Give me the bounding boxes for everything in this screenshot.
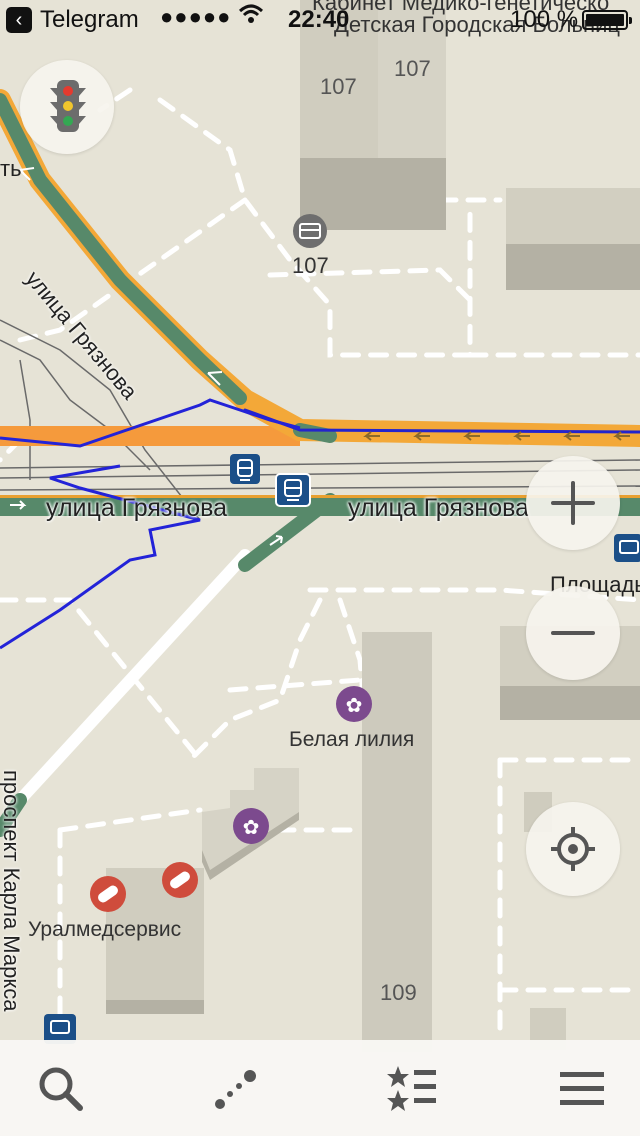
route-button[interactable] bbox=[176, 1040, 296, 1136]
zoom-in-button[interactable] bbox=[526, 456, 620, 550]
street-label-vertical: проспект Карла Маркса bbox=[0, 770, 24, 1012]
traffic-light-icon bbox=[50, 80, 86, 132]
back-arrow-icon[interactable]: ‹ bbox=[6, 7, 32, 33]
menu-button[interactable] bbox=[524, 1040, 640, 1136]
route-icon bbox=[215, 1070, 256, 1109]
traffic-toggle-button[interactable] bbox=[20, 60, 114, 154]
svg-text:✿: ✿ bbox=[346, 693, 363, 717]
menu-icon bbox=[560, 1072, 604, 1105]
svg-text:✿: ✿ bbox=[243, 815, 260, 839]
building-number-label: 109 bbox=[380, 980, 417, 1005]
building-number-label: 107 bbox=[394, 56, 431, 81]
bottom-toolbar bbox=[0, 1040, 640, 1136]
pharmacy-icon[interactable] bbox=[162, 862, 198, 898]
flower-shop-icon[interactable]: ✿ bbox=[233, 808, 269, 844]
tram-stop-icon[interactable] bbox=[230, 454, 260, 484]
my-location-button[interactable] bbox=[526, 802, 620, 896]
battery-icon bbox=[582, 10, 632, 30]
crosshair-icon bbox=[551, 827, 595, 871]
partial-label-left: ть bbox=[0, 156, 22, 181]
street-label-left: улица Грязнова bbox=[46, 494, 228, 522]
status-bar: ‹ Telegram ●●●●● 22:40 100 % bbox=[0, 0, 640, 40]
poi-label-belaya-liliya[interactable]: Белая лилия bbox=[289, 728, 414, 752]
signal-strength-icon: ●●●●● bbox=[160, 4, 232, 29]
minus-icon bbox=[551, 631, 595, 635]
tram-stop-icon[interactable] bbox=[275, 473, 311, 507]
building-number-label: 107 bbox=[292, 253, 329, 278]
bookmarks-icon bbox=[387, 1066, 436, 1111]
battery-percent: 100 % bbox=[510, 6, 579, 33]
search-button[interactable] bbox=[0, 1040, 120, 1136]
zoom-out-button[interactable] bbox=[526, 586, 620, 680]
building-number-label: 107 bbox=[320, 74, 357, 99]
poi-label-uralmedservis[interactable]: Уралмедсервис bbox=[28, 918, 181, 942]
flower-shop-icon[interactable]: ✿ bbox=[336, 686, 372, 722]
pharmacy-icon[interactable] bbox=[90, 876, 126, 912]
atm-icon[interactable] bbox=[293, 214, 327, 248]
wifi-icon bbox=[238, 2, 264, 33]
back-to-app-label[interactable]: Telegram bbox=[40, 6, 139, 34]
plus-icon bbox=[551, 481, 595, 525]
search-icon bbox=[39, 1067, 83, 1111]
bookmarks-button[interactable] bbox=[354, 1040, 474, 1136]
map-canvas[interactable]: ✿ ✿ bbox=[0, 0, 640, 1136]
street-label-right: улица Грязнова bbox=[348, 494, 530, 522]
clock-time: 22:40 bbox=[288, 6, 350, 33]
